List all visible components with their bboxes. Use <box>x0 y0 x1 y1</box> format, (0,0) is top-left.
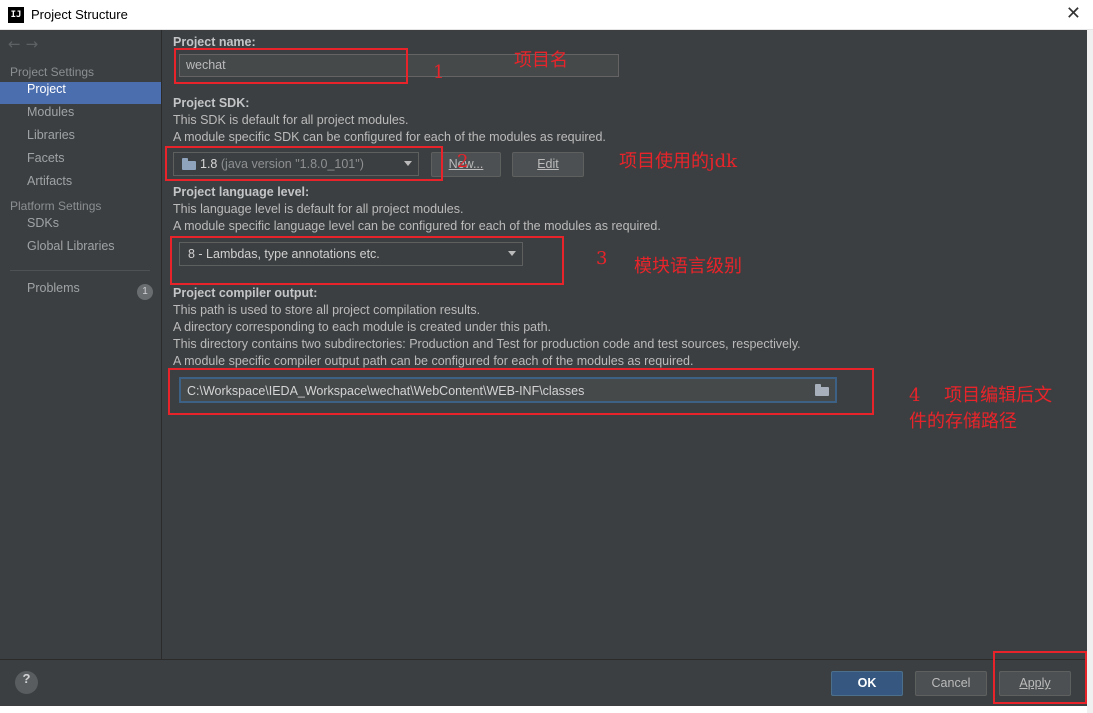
annotation-box-project-name <box>174 48 408 84</box>
compiler-output-desc-1: This path is used to store all project c… <box>173 303 481 317</box>
annotation-text-language-level: 模块语言级别 <box>634 256 742 277</box>
compiler-output-desc-2: A directory corresponding to each module… <box>173 320 551 334</box>
annotation-box-language-level <box>170 236 564 285</box>
annotation-text-project-name: 项目名 <box>514 50 568 71</box>
annotation-number-2: 2 <box>457 151 469 172</box>
sidebar-item-sdks[interactable]: SDKs <box>0 216 161 238</box>
compiler-output-label: Project compiler output: <box>173 286 318 300</box>
annotation-box-compiler-output <box>168 368 874 415</box>
close-icon[interactable]: ✕ <box>1066 3 1081 24</box>
sidebar-item-problems[interactable]: Problems 1 <box>0 281 161 303</box>
sidebar-item-artifacts[interactable]: Artifacts <box>0 174 161 196</box>
window-bottom-edge <box>0 706 1087 713</box>
project-sdk-desc-2: A module specific SDK can be configured … <box>173 130 606 144</box>
compiler-output-desc-3: This directory contains two subdirectori… <box>173 337 801 351</box>
language-level-label: Project language level: <box>173 185 310 199</box>
section-title-platform-settings: Platform Settings <box>10 199 102 213</box>
annotation-number-3: 3 <box>596 248 608 269</box>
compiler-output-desc-4: A module specific compiler output path c… <box>173 354 694 368</box>
nav-arrows: ←→ <box>8 35 43 53</box>
window-right-edge <box>1087 30 1093 713</box>
arrow-right-icon[interactable]: → <box>26 35 44 53</box>
help-icon[interactable]: ? <box>15 671 38 694</box>
project-sdk-label: Project SDK: <box>173 96 250 110</box>
project-name-label: Project name: <box>173 35 256 49</box>
sidebar-item-facets[interactable]: Facets <box>0 151 161 173</box>
sidebar: ←→ Project Settings Project Modules Libr… <box>0 30 162 659</box>
annotation-box-sdk <box>165 146 443 181</box>
dialog-footer: ? OK Cancel Apply <box>0 659 1087 706</box>
sdk-edit-button[interactable]: Edit <box>512 152 584 177</box>
annotation-text-sdk: 项目使用的jdk <box>619 151 738 172</box>
sdk-edit-button-label: Edit <box>537 157 559 171</box>
title-bar: IJ Project Structure ✕ <box>0 0 1093 30</box>
annotation-text-compiler-output-1: 4 项目编辑后文 <box>909 385 1053 406</box>
cancel-button[interactable]: Cancel <box>915 671 987 696</box>
sidebar-divider <box>10 270 150 271</box>
main-panel: Project name: wechat Project SDK: This S… <box>163 30 1087 659</box>
problems-label: Problems <box>27 281 80 295</box>
language-level-desc-1: This language level is default for all p… <box>173 202 464 216</box>
intellij-logo-icon: IJ <box>8 7 24 23</box>
problems-count-badge: 1 <box>137 284 153 300</box>
window-title: Project Structure <box>31 7 128 22</box>
project-sdk-desc-1: This SDK is default for all project modu… <box>173 113 409 127</box>
ok-button[interactable]: OK <box>831 671 903 696</box>
language-level-desc-2: A module specific language level can be … <box>173 219 661 233</box>
sidebar-item-libraries[interactable]: Libraries <box>0 128 161 150</box>
section-title-project-settings: Project Settings <box>10 65 95 79</box>
sidebar-item-modules[interactable]: Modules <box>0 105 161 127</box>
annotation-text-compiler-output-2: 件的存储路径 <box>909 411 1017 432</box>
annotation-number-1: 1 <box>433 62 445 83</box>
arrow-left-icon[interactable]: ← <box>8 35 26 53</box>
sidebar-item-global-libraries[interactable]: Global Libraries <box>0 239 161 261</box>
sidebar-item-project[interactable]: Project <box>0 82 161 104</box>
annotation-box-apply <box>993 651 1087 704</box>
